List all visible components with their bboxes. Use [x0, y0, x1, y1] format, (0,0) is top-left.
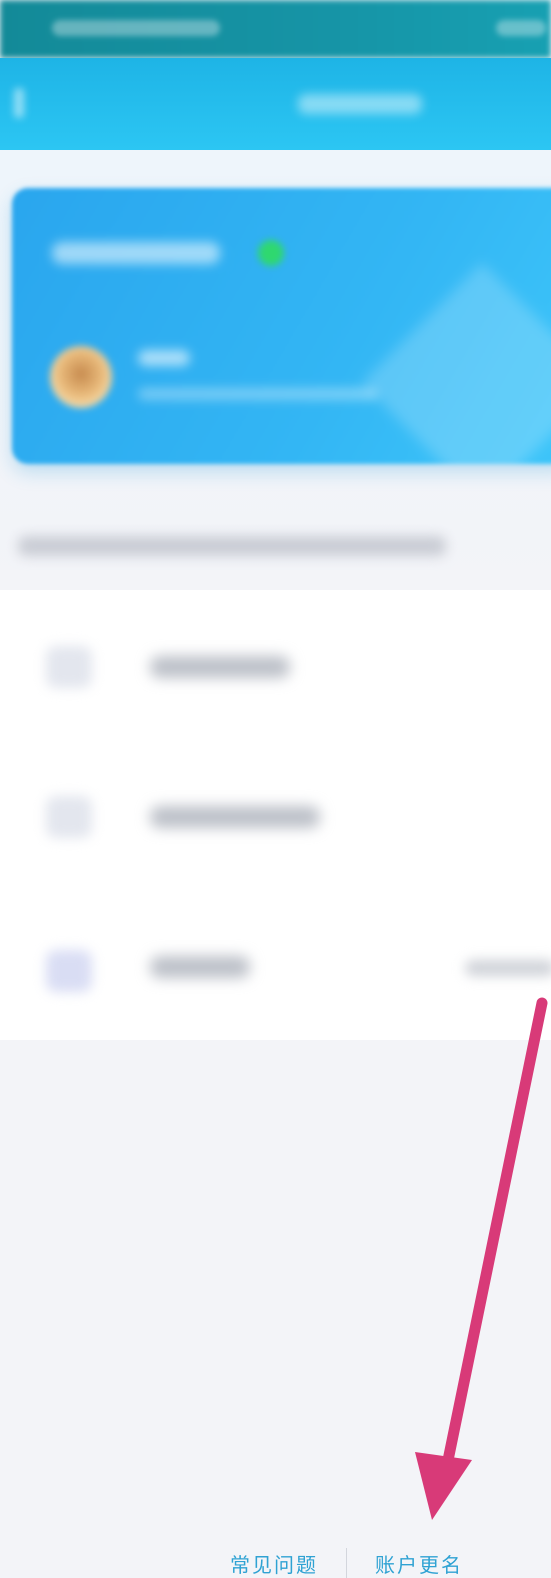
menu-item-identity[interactable] — [0, 740, 551, 890]
user-subtitle-blurred — [138, 388, 378, 400]
card-title-blurred — [52, 242, 220, 264]
menu-item-bank-card-value-blurred — [465, 960, 551, 976]
status-bar — [0, 0, 551, 58]
back-chevron-icon[interactable] — [14, 88, 24, 118]
account-card[interactable] — [12, 188, 551, 464]
menu-item-personal-label-blurred — [150, 656, 290, 678]
page-title-blurred — [298, 94, 422, 114]
menu-item-bank-card-label-blurred — [150, 956, 250, 978]
footer-links: 常见问题 账户更名 — [230, 1548, 463, 1578]
card-decoration — [361, 262, 551, 464]
menu-list — [0, 590, 551, 1040]
annotation-arrow-head — [415, 1452, 472, 1520]
annotation-arrow-shaft — [440, 997, 548, 1476]
account-rename-link[interactable]: 账户更名 — [375, 1549, 463, 1578]
person-icon — [46, 646, 92, 688]
status-icons-blur — [496, 20, 546, 36]
menu-item-bank-card[interactable] — [0, 890, 551, 1040]
bank-card-icon — [46, 950, 92, 992]
footer-divider — [346, 1548, 347, 1578]
menu-item-identity-label-blurred — [150, 806, 320, 828]
status-time-blur — [52, 20, 220, 36]
avatar — [50, 346, 112, 408]
navigation-bar — [0, 58, 551, 150]
faq-link[interactable]: 常见问题 — [230, 1549, 318, 1578]
menu-item-personal[interactable] — [0, 590, 551, 740]
id-card-icon — [46, 796, 92, 838]
verified-status-dot — [258, 240, 284, 266]
section-hint-blurred — [18, 536, 446, 556]
user-name-blurred — [138, 350, 190, 366]
